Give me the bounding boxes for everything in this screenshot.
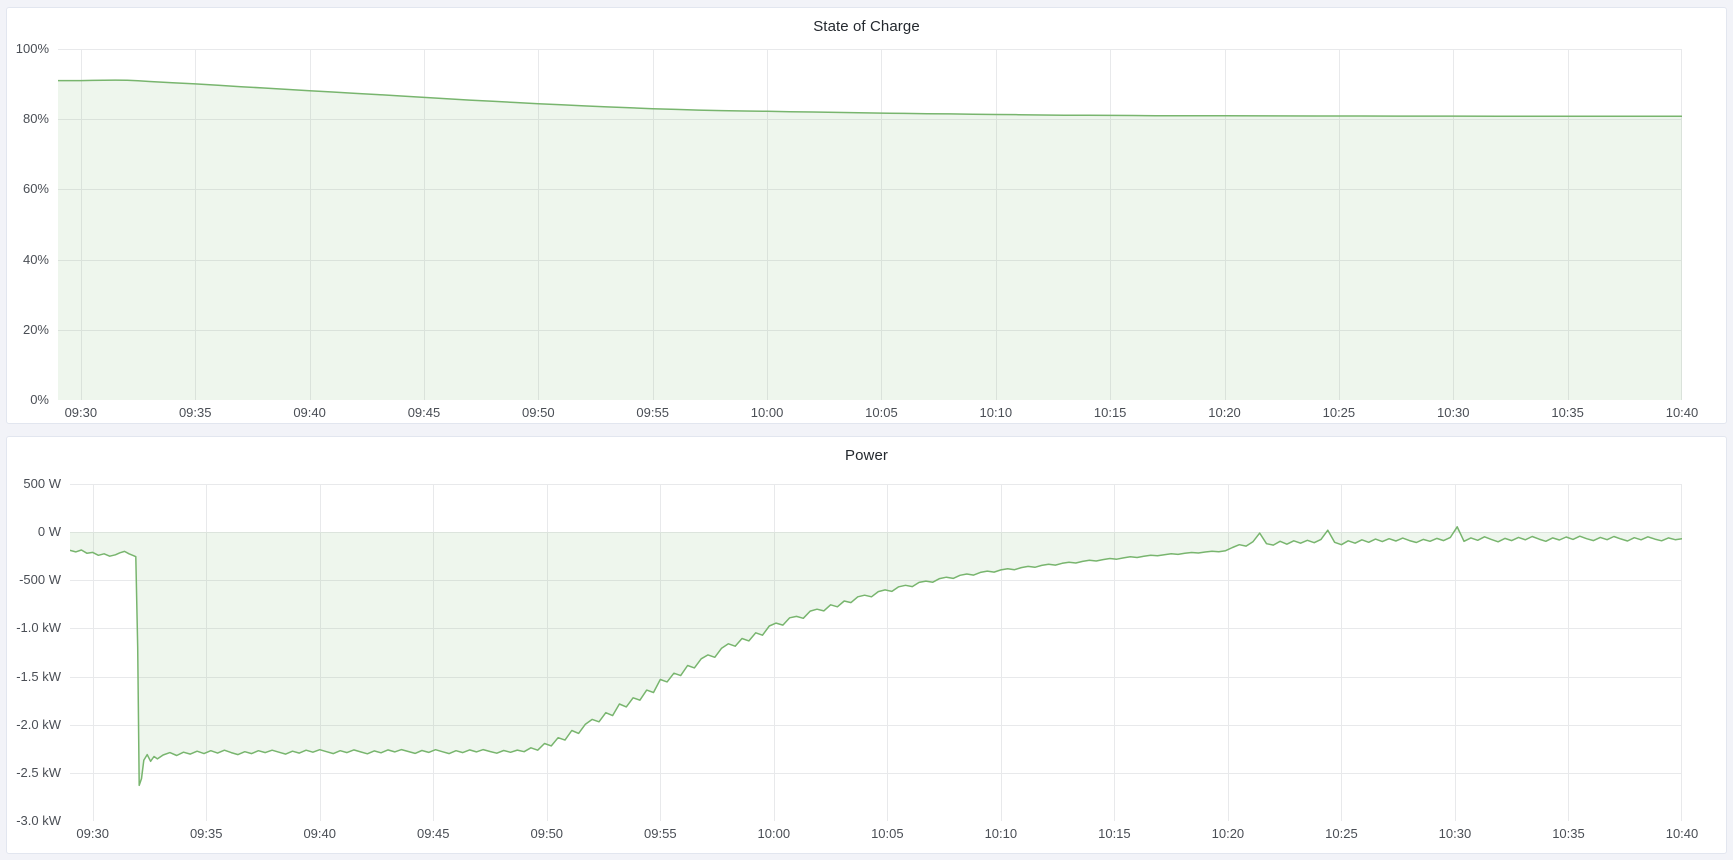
- x-tick-label: 10:25: [1307, 405, 1371, 421]
- y-tick-label: 0 W: [7, 524, 61, 540]
- y-tick-label: 0%: [7, 392, 49, 408]
- x-tick-label: 09:55: [621, 405, 685, 421]
- x-tick-label: 10:00: [735, 405, 799, 421]
- y-tick-label: -1.5 kW: [7, 669, 61, 685]
- x-tick-label: 09:40: [278, 405, 342, 421]
- series-area-fill: [70, 527, 1682, 786]
- x-tick-label: 09:40: [288, 826, 352, 842]
- x-tick-label: 09:35: [163, 405, 227, 421]
- x-tick-label: 09:50: [506, 405, 570, 421]
- y-tick-label: -3.0 kW: [7, 813, 61, 829]
- soc-plot-area[interactable]: [58, 49, 1682, 400]
- y-tick-label: -500 W: [7, 572, 61, 588]
- x-tick-label: 10:10: [969, 826, 1033, 842]
- x-tick-label: 10:00: [742, 826, 806, 842]
- x-tick-label: 10:30: [1421, 405, 1485, 421]
- x-tick-label: 10:40: [1650, 826, 1714, 842]
- series-area-fill: [58, 80, 1682, 400]
- y-tick-label: 60%: [7, 181, 49, 197]
- x-tick-label: 09:30: [61, 826, 125, 842]
- panel-state-of-charge: State of Charge 100% 80% 60% 40% 20% 0%09:30 0…: [6, 7, 1727, 424]
- x-tick-label: 10:25: [1309, 826, 1373, 842]
- x-tick-label: 09:50: [515, 826, 579, 842]
- y-tick-label: 40%: [7, 252, 49, 268]
- panel-title-power[interactable]: Power: [7, 447, 1726, 464]
- x-tick-label: 09:30: [49, 405, 113, 421]
- x-tick-label: 09:35: [174, 826, 238, 842]
- y-tick-label: -1.0 kW: [7, 620, 61, 636]
- panel-title-state-of-charge[interactable]: State of Charge: [7, 18, 1726, 35]
- x-tick-label: 10:40: [1650, 405, 1714, 421]
- x-tick-label: 10:15: [1082, 826, 1146, 842]
- x-tick-label: 10:20: [1196, 826, 1260, 842]
- y-tick-label: 20%: [7, 322, 49, 338]
- y-tick-label: 500 W: [7, 476, 61, 492]
- x-tick-label: 09:55: [628, 826, 692, 842]
- y-tick-label: 100%: [7, 41, 49, 57]
- x-tick-label: 10:35: [1536, 405, 1600, 421]
- x-tick-label: 10:10: [964, 405, 1028, 421]
- y-tick-label: 80%: [7, 111, 49, 127]
- x-tick-label: 10:20: [1193, 405, 1257, 421]
- x-tick-label: 10:30: [1423, 826, 1487, 842]
- x-tick-label: 10:35: [1536, 826, 1600, 842]
- y-tick-label: -2.5 kW: [7, 765, 61, 781]
- y-tick-label: -2.0 kW: [7, 717, 61, 733]
- x-tick-label: 10:05: [855, 826, 919, 842]
- x-tick-label: 10:05: [849, 405, 913, 421]
- x-tick-label: 10:15: [1078, 405, 1142, 421]
- x-tick-label: 09:45: [392, 405, 456, 421]
- power-plot-area[interactable]: [70, 484, 1682, 821]
- panel-power: Power 500 W 0 W -500 W -1.0 kW -1.5 kW -2.0 k…: [6, 436, 1727, 854]
- x-tick-label: 09:45: [401, 826, 465, 842]
